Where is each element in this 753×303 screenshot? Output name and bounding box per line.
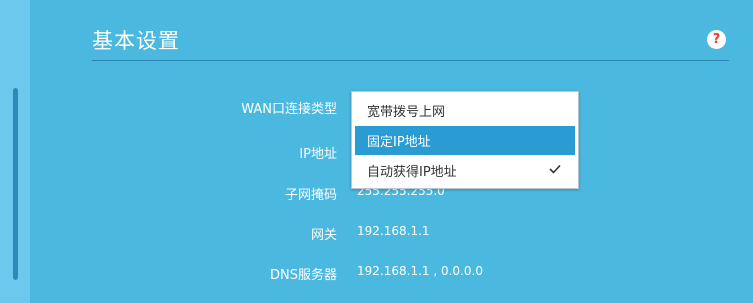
question-icon[interactable]: ? (707, 30, 726, 49)
scrollbar-thumb[interactable] (13, 88, 18, 280)
left-panel-strip (0, 0, 30, 303)
section-title: 基本设置 (92, 29, 180, 53)
option-pppoe[interactable]: 宽带拨号上网 (355, 96, 575, 125)
title-divider (92, 60, 729, 61)
wan-type-dropdown-menu: 宽带拨号上网 固定IP地址 自动获得IP地址 (351, 91, 579, 189)
wan-type-label: WAN口连接类型 (241, 102, 337, 117)
option-dhcp[interactable]: 自动获得IP地址 (355, 156, 575, 185)
option-label: 自动获得IP地址 (367, 165, 457, 180)
option-label: 固定IP地址 (367, 135, 431, 150)
dns-server-label: DNS服务器 (270, 268, 337, 283)
gateway-label: 网关 (310, 228, 337, 243)
gateway-value: 192.168.1.1 (357, 224, 430, 238)
option-label: 宽带拨号上网 (367, 105, 446, 120)
option-static-ip[interactable]: 固定IP地址 (355, 126, 575, 155)
dns-server-value: 192.168.1.1 , 0.0.0.0 (357, 264, 483, 278)
ip-address-label: IP地址 (299, 147, 337, 162)
checkmark-icon (549, 164, 561, 174)
subnet-mask-label: 子网掩码 (284, 188, 337, 203)
